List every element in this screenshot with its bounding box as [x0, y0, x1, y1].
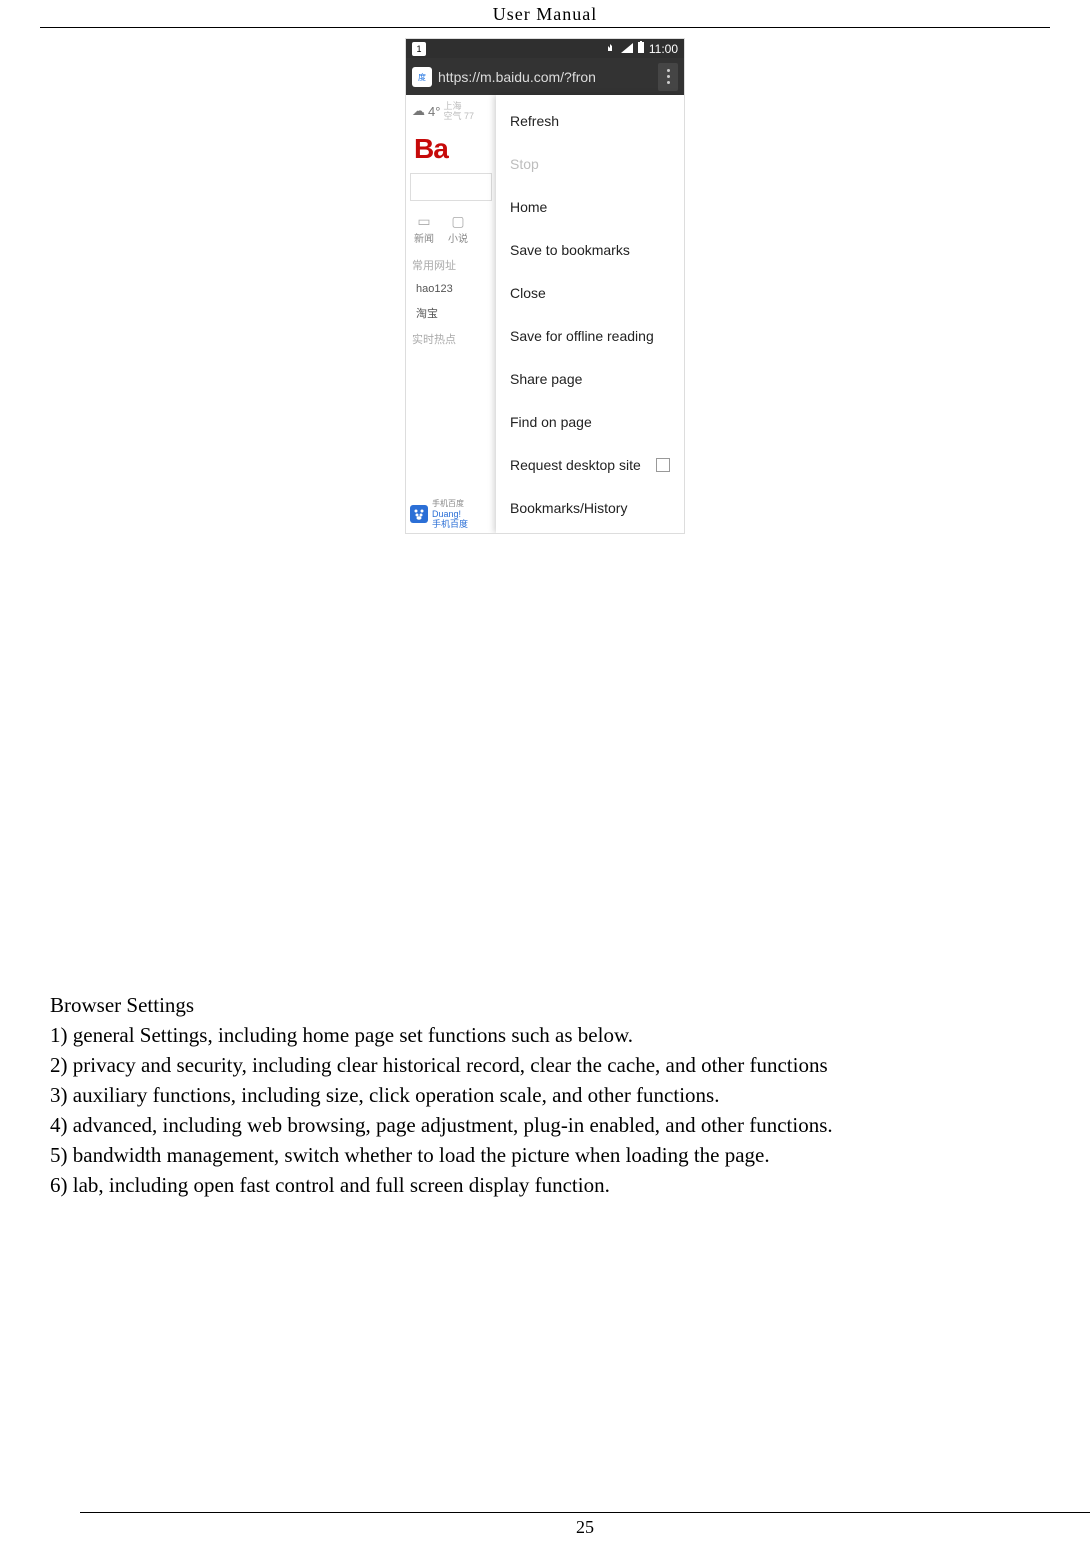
overflow-menu-icon[interactable]: [658, 63, 678, 91]
page-footer-promo: 手机百度 Duang! 手机百度: [410, 498, 468, 529]
favicon-icon: 度: [412, 67, 432, 87]
section-heading: Browser Settings: [50, 990, 1040, 1020]
weather-city: 上海: [443, 101, 461, 111]
webpage-background: ☁ 4° 上海 空气 77 Ba ▭ 新闻 ▢ 小说: [406, 95, 496, 533]
body-line: 4) advanced, including web browsing, pag…: [50, 1110, 1040, 1140]
page-number: 25: [80, 1512, 1090, 1538]
menu-request-desktop-label: Request desktop site: [510, 457, 641, 473]
svg-text:度: 度: [418, 72, 426, 82]
body-line: 3) auxiliary functions, including size, …: [50, 1080, 1040, 1110]
menu-request-desktop[interactable]: Request desktop site: [496, 443, 684, 486]
menu-home[interactable]: Home: [496, 185, 684, 228]
status-time: 11:00: [649, 42, 678, 56]
page-body: ☁ 4° 上海 空气 77 Ba ▭ 新闻 ▢ 小说: [406, 95, 684, 533]
menu-close[interactable]: Close: [496, 271, 684, 314]
section-common-sites: 常用网址: [410, 257, 496, 273]
body-text: Browser Settings 1) general Settings, in…: [50, 990, 1040, 1200]
menu-share-page[interactable]: Share page: [496, 357, 684, 400]
nav-novel-label: 小说: [448, 234, 468, 245]
phone-screenshot: 1 11:00 度 https://m.baidu.com/?fron: [405, 38, 685, 534]
body-line: 6) lab, including open fast control and …: [50, 1170, 1040, 1200]
url-text[interactable]: https://m.baidu.com/?fron: [438, 69, 652, 85]
search-input[interactable]: [410, 173, 492, 201]
weather-aqi: 空气 77: [443, 111, 474, 121]
body-line: 1) general Settings, including home page…: [50, 1020, 1040, 1050]
nav-news[interactable]: ▭ 新闻: [412, 213, 436, 245]
screenshot-container: 1 11:00 度 https://m.baidu.com/?fron: [0, 38, 1090, 534]
status-bar: 1 11:00: [406, 39, 684, 58]
page-header: User Manual: [0, 0, 1090, 27]
baidu-paw-icon: [410, 505, 428, 523]
baidu-logo: Ba: [410, 127, 496, 169]
weather-icon: ☁: [412, 103, 425, 119]
notification-icon: 1: [412, 42, 426, 56]
footer-line1: Duang!: [432, 509, 461, 519]
desktop-checkbox[interactable]: [656, 458, 670, 472]
menu-save-bookmarks[interactable]: Save to bookmarks: [496, 228, 684, 271]
menu-refresh[interactable]: Refresh: [496, 99, 684, 142]
footer-sub: 手机百度: [432, 498, 468, 509]
section-realtime: 实时热点: [410, 331, 496, 347]
url-bar: 度 https://m.baidu.com/?fron: [406, 58, 684, 95]
weather-widget: ☁ 4° 上海 空气 77: [410, 99, 496, 127]
menu-stop: Stop: [496, 142, 684, 185]
nav-novel[interactable]: ▢ 小说: [446, 213, 470, 245]
link-taobao[interactable]: 淘宝: [410, 305, 496, 321]
overflow-menu: Refresh Stop Home Save to bookmarks Clos…: [496, 95, 684, 533]
weather-temp: 4°: [428, 104, 440, 119]
news-icon: ▭: [412, 213, 436, 230]
nav-news-label: 新闻: [414, 234, 434, 245]
book-icon: ▢: [446, 213, 470, 230]
header-rule: [40, 27, 1050, 28]
menu-bookmarks-history[interactable]: Bookmarks/History: [496, 486, 684, 529]
body-line: 5) bandwidth management, switch whether …: [50, 1140, 1040, 1170]
footer-line2: 手机百度: [432, 519, 468, 529]
link-hao123[interactable]: hao123: [410, 283, 496, 295]
signal-icon: [621, 42, 633, 56]
menu-find-on-page[interactable]: Find on page: [496, 400, 684, 443]
body-line: 2) privacy and security, including clear…: [50, 1050, 1040, 1080]
battery-icon: [637, 41, 645, 56]
data-icon: [605, 42, 617, 56]
menu-save-offline[interactable]: Save for offline reading: [496, 314, 684, 357]
